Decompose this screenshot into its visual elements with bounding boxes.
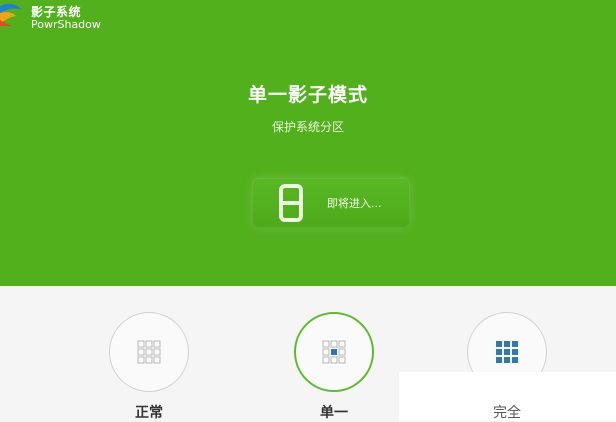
shadow-logo-icon <box>0 3 22 26</box>
single-mode-label: 单一 <box>320 405 348 421</box>
single-mode-button[interactable] <box>294 312 374 392</box>
mode-subtitle: 保护系统分区 <box>271 120 344 134</box>
full-mode-label: 完全 <box>493 405 521 421</box>
grid-center-blue-icon <box>322 340 346 364</box>
normal-mode-button[interactable] <box>109 312 189 392</box>
normal-mode-label: 正常 <box>135 405 163 421</box>
status-text: 即将进入... <box>327 197 382 210</box>
mode-title: 单一影子模式 <box>247 84 368 106</box>
countdown-digit-icon <box>279 184 303 222</box>
header-panel: 影子系统 PowrShadow 单一影子模式 保护系统分区 即将进入... <box>0 0 616 286</box>
countdown-panel: 即将进入... <box>252 178 410 228</box>
grid-full-blue-icon <box>496 341 518 363</box>
grid-gray-icon <box>137 340 161 364</box>
brand-english-name: PowrShadow <box>31 18 101 31</box>
